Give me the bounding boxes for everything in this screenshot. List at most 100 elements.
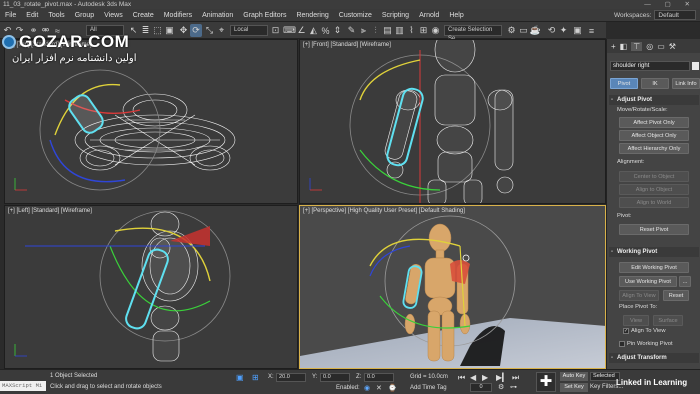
menu-modifiers[interactable]: Modifiers — [159, 9, 197, 22]
center-to-object-button[interactable]: Center to Object — [619, 171, 689, 182]
menu-help[interactable]: Help — [444, 9, 468, 22]
affect-hierarchy-only-button[interactable]: Affect Hierarchy Only — [619, 143, 689, 154]
menu-group[interactable]: Group — [70, 9, 99, 22]
auto-key-button[interactable]: Auto Key — [560, 372, 588, 381]
rendered-frame-window-icon[interactable]: ▭ — [518, 24, 529, 37]
menu-tools[interactable]: Tools — [43, 9, 69, 22]
set-key-icon[interactable]: ✚ — [536, 372, 556, 392]
toggle-ribbon-icon[interactable]: ▥ — [394, 24, 405, 37]
viewport-front[interactable]: [+] [Front] [Standard] [Wireframe] — [299, 39, 606, 204]
play-icon[interactable]: ▶ — [482, 373, 488, 382]
rectangular-region-icon[interactable]: ⬚ — [152, 24, 163, 37]
time-config-icon[interactable]: ⚙ — [498, 383, 504, 391]
place-surface-button[interactable]: Surface — [653, 315, 683, 326]
select-place-icon[interactable]: ⌖ — [216, 24, 227, 37]
lock-selection-icon[interactable]: ▣ — [236, 373, 244, 382]
align-to-object-button[interactable]: Align to Object — [619, 184, 689, 195]
curve-editor-icon[interactable]: ⌇ — [406, 24, 417, 37]
link-info-tab-button[interactable]: Link Info — [672, 78, 700, 89]
viewport-label-perspective[interactable]: [+] [Perspective] [High Quality User Pre… — [303, 208, 465, 214]
scene-explorer-icon[interactable]: ≡ — [586, 24, 597, 37]
menu-arnold[interactable]: Arnold — [414, 9, 444, 22]
render-production-icon[interactable]: ☕ — [530, 24, 541, 37]
object-name-field[interactable]: shoulder right — [610, 61, 690, 71]
material-editor-icon[interactable]: ◉ — [430, 24, 441, 37]
reset-pivot-button[interactable]: Reset Pivot — [619, 224, 689, 235]
mirror-icon[interactable]: ⫸ — [358, 24, 369, 37]
display-tab-icon[interactable]: ▭ — [657, 42, 665, 51]
modify-tab-icon[interactable]: ◧ — [620, 42, 628, 51]
working-pivot-options-button[interactable]: ... — [679, 276, 691, 287]
ik-tab-button[interactable]: IK — [641, 78, 669, 89]
previous-frame-icon[interactable]: ◀ — [470, 373, 476, 382]
edit-working-pivot-button[interactable]: Edit Working Pivot — [619, 262, 689, 273]
adaptive-degradation-icon[interactable]: ◉ — [364, 384, 370, 392]
render-setup-icon[interactable]: ⚙ — [506, 24, 517, 37]
adjust-pivot-rollout[interactable]: Adjust Pivot — [609, 95, 699, 105]
viewport-perspective[interactable]: [+] [Perspective] [High Quality User Pre… — [299, 205, 606, 369]
menu-customize[interactable]: Customize — [334, 9, 377, 22]
motion-tab-icon[interactable]: ◎ — [646, 42, 653, 51]
align-to-view-button[interactable]: Align To View — [619, 290, 659, 301]
percent-snap-icon[interactable]: % — [320, 24, 331, 37]
snaps-toggle-icon[interactable]: ∠ — [296, 24, 307, 37]
set-key-button[interactable]: Set Key — [560, 383, 588, 392]
render-iterative-icon[interactable]: ⟲ — [546, 24, 557, 37]
create-tab-icon[interactable]: + — [611, 42, 616, 51]
viewport-left[interactable]: [+] [Left] [Standard] [Wireframe] — [4, 205, 298, 369]
named-selection-dropdown[interactable]: Create Selection Se — [444, 25, 502, 42]
select-by-name-icon[interactable]: ≣ — [140, 24, 151, 37]
maxscript-listener[interactable]: MAXScript Mi — [0, 381, 46, 391]
workspace-dropdown[interactable]: Default — [654, 10, 696, 20]
affect-pivot-only-button[interactable]: Affect Pivot Only — [619, 117, 689, 128]
workspace-selector[interactable]: Workspaces: Default — [614, 10, 696, 20]
align-to-world-button[interactable]: Align to World — [619, 197, 689, 208]
pin-working-pivot-checkbox[interactable]: Pin Working Pivot — [619, 341, 673, 347]
reference-coordinate-dropdown[interactable]: Local — [230, 25, 268, 36]
x-coordinate-field[interactable]: 20.0 — [276, 373, 306, 382]
hierarchy-tab-icon[interactable]: ⊤ — [631, 41, 643, 51]
menu-animation[interactable]: Animation — [197, 9, 238, 22]
affect-object-only-button[interactable]: Affect Object Only — [619, 130, 689, 141]
close-tag-icon[interactable]: ✕ — [376, 384, 382, 392]
window-crossing-icon[interactable]: ▣ — [164, 24, 175, 37]
place-view-button[interactable]: View — [623, 315, 649, 326]
menu-file[interactable]: File — [0, 9, 21, 22]
menu-create[interactable]: Create — [128, 9, 159, 22]
go-to-end-icon[interactable]: ⏭ — [512, 373, 519, 383]
next-frame-icon[interactable]: ▶▎ — [496, 373, 508, 382]
y-coordinate-field[interactable]: 0.0 — [320, 373, 350, 382]
reset-working-pivot-button[interactable]: Reset — [663, 290, 689, 301]
spinner-snap-icon[interactable]: ⇕ — [332, 24, 343, 37]
render-shortcut-icon[interactable]: ✦ — [558, 24, 569, 37]
menu-rendering[interactable]: Rendering — [291, 9, 333, 22]
menu-graph-editors[interactable]: Graph Editors — [238, 9, 291, 22]
angle-snap-icon[interactable]: ◭ — [308, 24, 319, 37]
layer-explorer-icon[interactable]: ▤ — [382, 24, 393, 37]
add-time-tag-button[interactable]: Add Time Tag — [410, 385, 447, 391]
select-move-icon[interactable]: ✥ — [178, 24, 189, 37]
schematic-view-icon[interactable]: ⊞ — [418, 24, 429, 37]
viewport-label-front[interactable]: [+] [Front] [Standard] [Wireframe] — [303, 42, 391, 48]
window-controls[interactable]: — ▢ ✕ — [644, 0, 696, 9]
select-scale-icon[interactable]: ⤡ — [204, 24, 215, 37]
align-to-view-checkbox[interactable]: ✓ Align To View — [623, 328, 666, 334]
pivot-tab-button[interactable]: Pivot — [610, 78, 638, 89]
time-tag-icon[interactable]: ⌚ — [388, 384, 397, 392]
go-to-start-icon[interactable]: ⏮ — [458, 373, 465, 383]
absolute-mode-icon[interactable]: ⊞ — [252, 373, 259, 382]
object-color-swatch[interactable] — [692, 62, 699, 70]
keyboard-shortcut-override-icon[interactable]: ⌨ — [283, 24, 296, 37]
select-rotate-icon[interactable]: ⟳ — [190, 24, 202, 37]
utilities-tab-icon[interactable]: ⚒ — [669, 42, 676, 51]
align-icon[interactable]: ⫶ — [370, 24, 381, 37]
menu-views[interactable]: Views — [99, 9, 128, 22]
menu-edit[interactable]: Edit — [21, 9, 43, 22]
viewport-label-left[interactable]: [+] [Left] [Standard] [Wireframe] — [8, 208, 92, 214]
use-working-pivot-button[interactable]: Use Working Pivot — [619, 276, 677, 287]
working-pivot-rollout[interactable]: Working Pivot — [609, 247, 699, 257]
key-mode-icon[interactable]: ⊶ — [510, 383, 517, 391]
z-coordinate-field[interactable]: 0.0 — [364, 373, 394, 382]
pivot-center-icon[interactable]: ⊡ — [270, 24, 281, 37]
named-selection-icon[interactable]: ✎ — [346, 24, 357, 37]
